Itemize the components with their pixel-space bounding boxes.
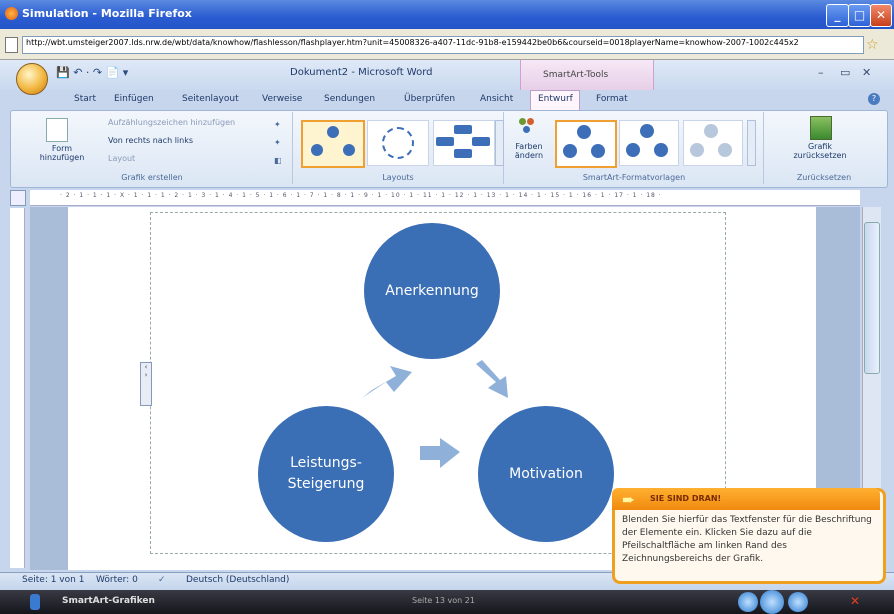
ruler-ticks: · 2 · 1 · 1 · 1 · X · 1 · 1 · 1 · 2 · 1 … [60,192,662,199]
arrow-bottom-left [420,438,460,468]
window-title: Simulation - Mozilla Firefox [22,7,192,20]
arrow-left-up [362,366,412,398]
group-smartart-styles: Farben ändern SmartArt-Formatvorlagen [505,112,764,184]
arrow-right-icon: ➨ [622,490,636,509]
office-button[interactable] [16,63,48,95]
node-motivation-label: Motivation [509,465,583,482]
node-anerkennung[interactable]: Anerkennung [364,223,500,359]
address-bar: http://wbt.umsteiger2007.lds.nrw.de/wbt/… [0,29,894,60]
word-restore-button[interactable]: ▭ [840,66,850,79]
url-text: http://wbt.umsteiger2007.lds.nrw.de/wbt/… [26,38,799,47]
tab-verweise[interactable]: Verweise [262,94,302,104]
context-tab-label: SmartArt-Tools [543,70,609,80]
status-words[interactable]: Wörter: 0 [96,575,138,585]
info-icon[interactable] [30,594,40,610]
scrollbar-thumb[interactable] [864,222,880,374]
reset-graphic-icon [810,116,832,140]
firefox-title-bar: Simulation - Mozilla Firefox _ □ ✕ [0,0,894,29]
reset-graphic-button[interactable]: Grafik zurücksetzen [782,142,858,160]
node-left-label-line2: Steigerung [287,476,365,492]
page-icon [5,37,18,53]
group-grafik-erstellen: Form hinzufügen Aufzählungszeichen hinzu… [12,112,293,184]
maximize-button[interactable]: □ [848,4,871,27]
tab-start[interactable]: Start [74,94,96,104]
simulation-controls: SmartArt-Grafiken Seite 13 von 21 ✕ [0,590,894,614]
document-title: Dokument2 - Microsoft Word [290,67,433,78]
tab-entwurf[interactable]: Entwurf [538,94,573,104]
arrow-right-down [476,360,508,398]
bookmark-star-icon[interactable]: ☆ [866,37,882,53]
status-page[interactable]: Seite: 1 von 1 [22,575,84,585]
layouts-scroll[interactable] [495,120,504,166]
tab-einfuegen[interactable]: Einfügen [114,94,154,104]
add-bullet-button[interactable]: Aufzählungszeichen hinzufügen [108,118,235,127]
node-leistungssteigerung[interactable]: Leistungs- Steigerung [258,406,394,542]
style-thumb-3[interactable] [683,120,743,166]
ruler-tab-selector[interactable] [10,190,26,206]
pause-button[interactable] [760,590,784,614]
group-label: Layouts [382,173,414,182]
tab-ueberpruefen[interactable]: Überprüfen [404,94,455,104]
layout-thumb-cycle[interactable] [301,120,365,168]
group-layouts: Layouts [293,112,504,184]
group-reset: Grafik zurücksetzen Zurücksetzen [764,112,884,184]
status-language[interactable]: Deutsch (Deutschland) [186,575,289,585]
word-close-button[interactable]: ✕ [862,66,871,79]
vertical-ruler[interactable] [10,208,25,568]
firefox-icon [5,7,18,20]
form-add-icon [46,118,68,142]
node-motivation[interactable]: Motivation [478,406,614,542]
smartart-tools-context: SmartArt-Tools [520,60,654,90]
tab-sendungen[interactable]: Sendungen [324,94,375,104]
change-colors-button[interactable]: Farben ändern [509,142,549,160]
node-left-label-line1: Leistungs- [290,455,362,471]
layout-thumb-ring[interactable] [367,120,429,166]
textpane-icon[interactable]: ◧ [274,156,282,165]
help-icon[interactable]: ? [868,93,880,105]
layout-thumb-blocks[interactable] [433,120,495,166]
tab-format[interactable]: Format [596,94,628,104]
lesson-title: SmartArt-Grafiken [62,596,155,606]
group-label: Grafik erstellen [121,173,183,182]
callout-title: SIE SIND DRAN! [650,494,722,503]
callout-text: Blenden Sie hierfür das Textfenster für … [622,515,872,564]
group-label: SmartArt-Formatvorlagen [582,173,686,182]
exit-icon[interactable]: ✕ [850,594,860,608]
demote-icon[interactable]: ✦ [274,138,281,147]
forward-button[interactable] [788,592,808,612]
group-label: Zurücksetzen [796,173,852,182]
promote-icon[interactable]: ✦ [274,120,281,129]
tab-seitenlayout[interactable]: Seitenlayout [182,94,239,104]
close-button[interactable]: ✕ [870,4,892,27]
form-add-button[interactable]: Form hinzufügen [32,144,92,162]
tab-ansicht[interactable]: Ansicht [480,94,513,104]
styles-scroll[interactable] [747,120,756,166]
style-thumb-1[interactable] [555,120,617,168]
quick-access-toolbar[interactable]: 💾 ↶ · ↷ 📄 ▾ [56,66,128,79]
layout-button[interactable]: Layout [108,154,135,163]
minimize-button[interactable]: _ [826,4,849,27]
word-minimize-button[interactable]: – [818,66,824,79]
colors-icon [519,118,537,134]
back-button[interactable] [738,592,758,612]
node-anerkennung-label: Anerkennung [385,282,479,299]
spellcheck-icon[interactable]: ✓ [158,575,166,585]
word-title-bar [0,60,894,90]
right-to-left-button[interactable]: Von rechts nach links [108,136,193,145]
page-counter: Seite 13 von 21 [412,596,475,605]
style-thumb-2[interactable] [619,120,679,166]
